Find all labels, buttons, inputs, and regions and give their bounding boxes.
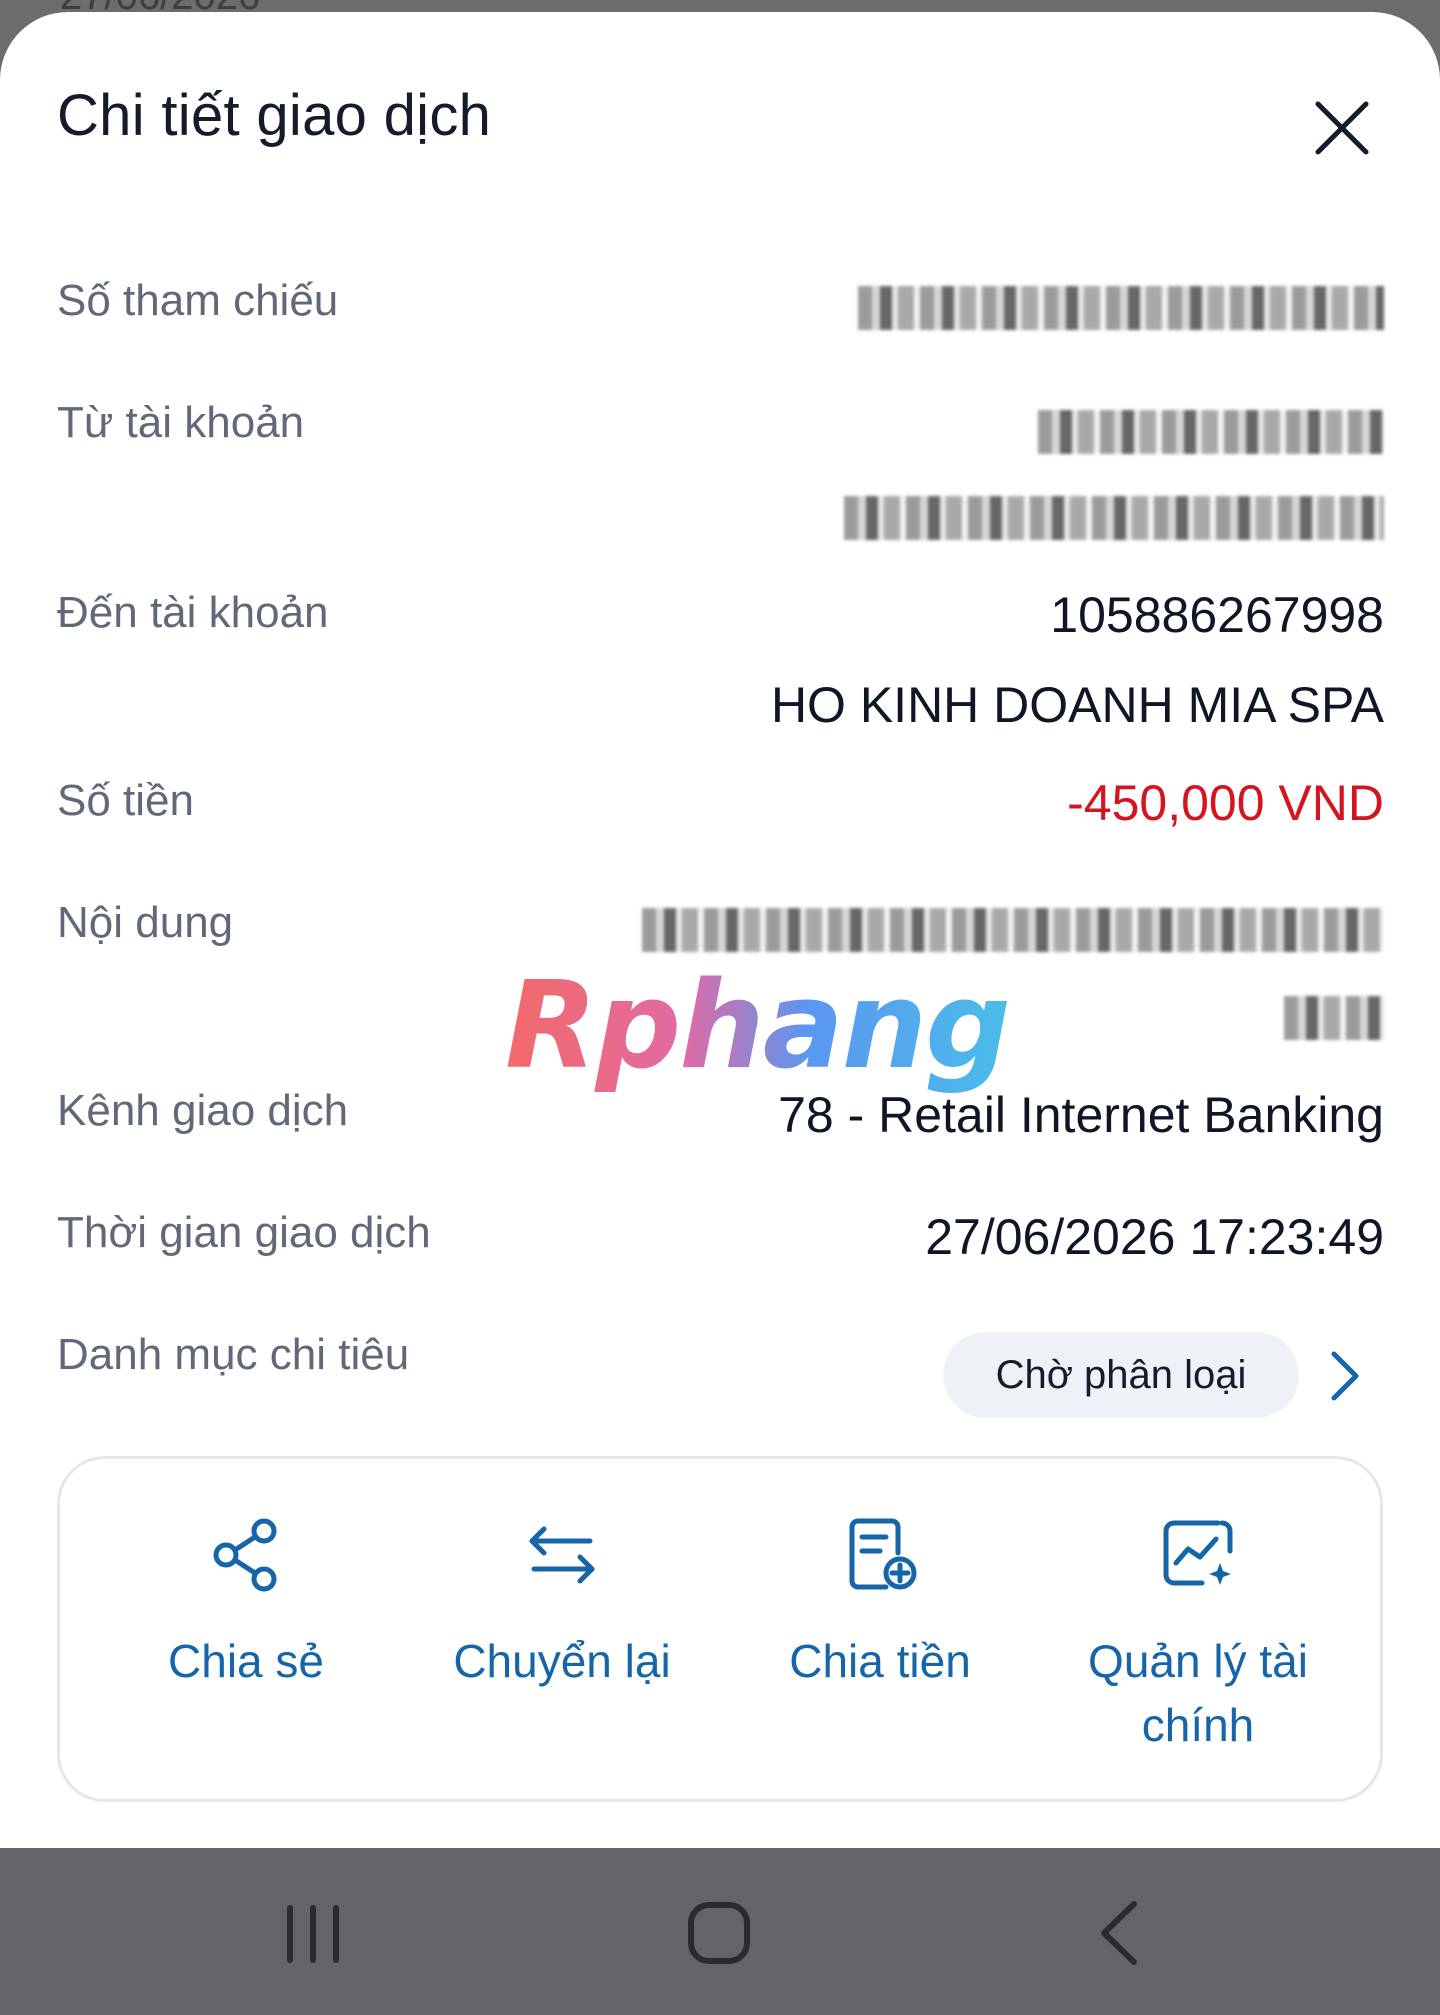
back-button[interactable]	[1094, 1898, 1144, 1973]
time-value: 27/06/2026 17:23:49	[925, 1209, 1384, 1265]
chevron-right-icon	[1331, 1351, 1359, 1401]
split-bill-button[interactable]: Chia tiền	[720, 1459, 1040, 1799]
finance-management-label: Quản lý tài chính	[1088, 1635, 1308, 1751]
share-label: Chia sẻ	[168, 1635, 324, 1687]
recent-apps-icon	[287, 1905, 339, 1963]
transfer-again-button[interactable]: Chuyển lại	[402, 1459, 722, 1799]
close-icon	[1315, 101, 1369, 155]
finance-management-button[interactable]: Quản lý tài chính	[1038, 1459, 1358, 1799]
category-pill[interactable]: Chờ phân loại	[943, 1332, 1299, 1418]
transaction-detail-sheet: Chi tiết giao dịch Số tham chiếu Từ tài …	[0, 12, 1440, 1848]
channel-label: Kênh giao dịch	[57, 1086, 349, 1135]
content-value-redacted	[642, 908, 1384, 952]
split-bill-label: Chia tiền	[789, 1635, 971, 1687]
share-button[interactable]: Chia sẻ	[86, 1459, 406, 1799]
close-button[interactable]	[1306, 92, 1378, 164]
recent-apps-button[interactable]	[282, 1904, 344, 1969]
amount-label: Số tiền	[57, 776, 194, 825]
page-title: Chi tiết giao dịch	[57, 83, 492, 148]
reference-value-redacted	[858, 286, 1384, 330]
from-account-label: Từ tài khoản	[57, 398, 305, 447]
home-button[interactable]	[686, 1900, 752, 1971]
home-icon	[688, 1902, 750, 1964]
reference-label: Số tham chiếu	[57, 276, 339, 325]
content-label: Nội dung	[57, 898, 234, 947]
transfer-again-label: Chuyển lại	[453, 1635, 671, 1687]
system-navigation-bar	[0, 1848, 1440, 2015]
share-icon	[213, 1518, 277, 1592]
content-value-redacted-line2	[1284, 996, 1384, 1040]
time-label: Thời gian giao dịch	[57, 1208, 431, 1257]
amount-value: -450,000 VND	[1067, 775, 1384, 831]
watermark-logo: Rphang	[505, 957, 1011, 1096]
finance-chart-icon	[1163, 1520, 1233, 1586]
quick-actions-card: Chia sẻ Chuyển lại Chia tiền Quản lý tài…	[57, 1456, 1383, 1802]
to-account-label: Đến tài khoản	[57, 588, 329, 637]
back-icon	[1101, 1901, 1137, 1965]
channel-value: 78 - Retail Internet Banking	[778, 1087, 1384, 1143]
to-account-number: 105886267998	[1050, 587, 1384, 643]
category-chevron[interactable]	[1322, 1348, 1368, 1404]
category-label: Danh mục chi tiêu	[57, 1330, 410, 1379]
from-account-name-redacted	[844, 496, 1384, 540]
split-bill-icon	[849, 1518, 917, 1590]
from-account-number-redacted	[1038, 410, 1384, 454]
transfer-arrows-icon	[529, 1526, 595, 1584]
to-account-name: HO KINH DOANH MIA SPA	[770, 677, 1384, 733]
